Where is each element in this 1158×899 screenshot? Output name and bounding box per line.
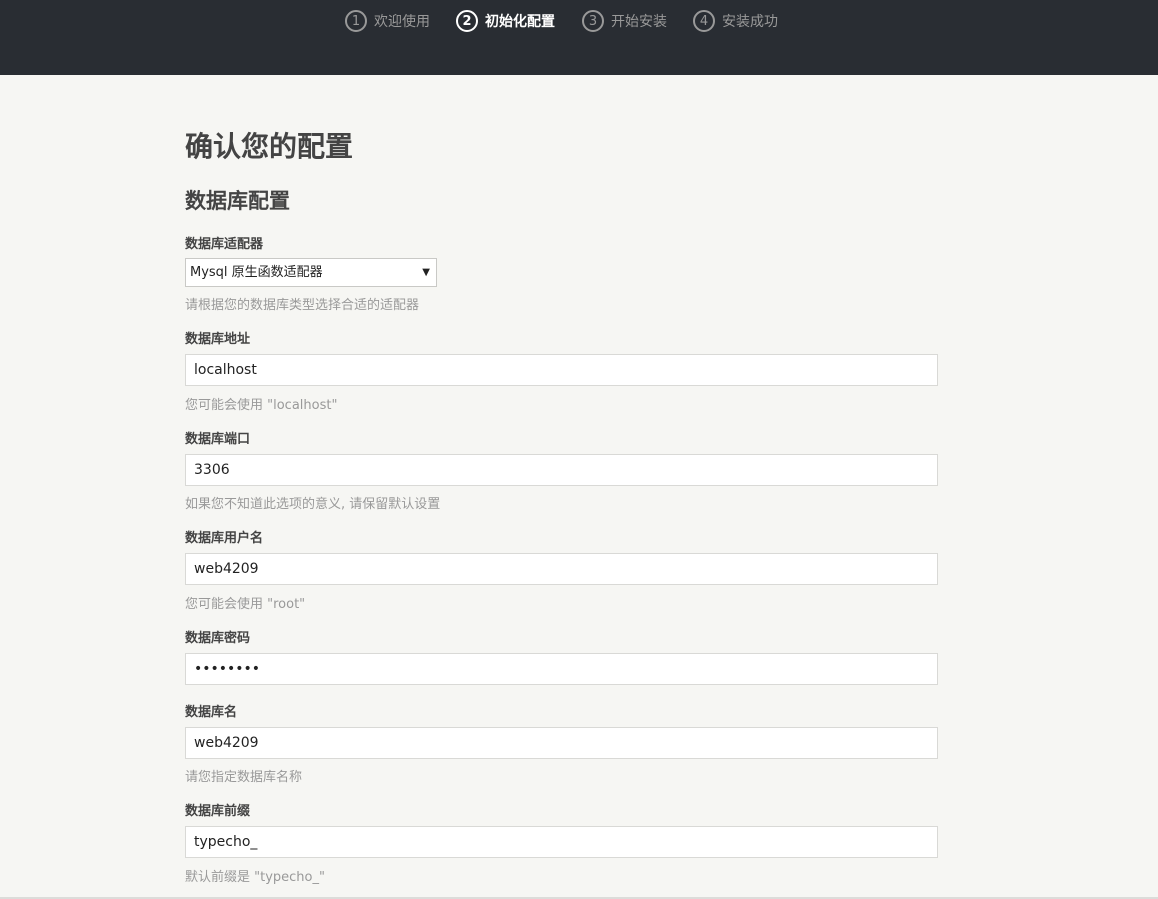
host-input[interactable]: localhost: [185, 354, 938, 386]
dbname-description: 请您指定数据库名称: [185, 770, 303, 785]
password-label: 数据库密码: [185, 631, 251, 646]
adapter-select-value: Mysql 原生函数适配器: [190, 265, 323, 280]
user-label: 数据库用户名: [185, 531, 264, 546]
port-input[interactable]: 3306: [185, 454, 938, 486]
top-navbar: 1 欢迎使用 2 初始化配置 3 开始安装 4 安装成功: [0, 0, 1158, 75]
step-label-welcome: 欢迎使用: [374, 14, 430, 30]
host-label: 数据库地址: [185, 332, 251, 347]
step-label-success: 安装成功: [722, 14, 778, 30]
host-description: 您可能会使用 "localhost": [185, 398, 338, 413]
step-number-3: 3: [582, 10, 604, 32]
prefix-input[interactable]: typecho_: [185, 826, 938, 858]
prefix-label: 数据库前缀: [185, 804, 251, 819]
dbname-label: 数据库名: [185, 705, 238, 720]
adapter-description: 请根据您的数据库类型选择合适的适配器: [185, 298, 420, 313]
prefix-description: 默认前缀是 "typecho_": [185, 870, 325, 885]
step-number-1: 1: [345, 10, 367, 32]
adapter-label: 数据库适配器: [185, 237, 264, 252]
dbname-input[interactable]: web4209: [185, 727, 938, 759]
step-config: 2 初始化配置: [456, 9, 555, 33]
port-label: 数据库端口: [185, 432, 251, 447]
step-label-config: 初始化配置: [485, 14, 555, 30]
section-title: 数据库配置: [185, 189, 290, 213]
page-title: 确认您的配置: [185, 130, 354, 163]
step-success: 4 安装成功: [693, 9, 778, 33]
user-description: 您可能会使用 "root": [185, 597, 306, 612]
adapter-select[interactable]: Mysql 原生函数适配器 ▼: [185, 258, 437, 287]
port-description: 如果您不知道此选项的意义, 请保留默认设置: [185, 497, 441, 512]
install-steps: 1 欢迎使用 2 初始化配置 3 开始安装 4 安装成功: [0, 9, 1158, 33]
step-welcome: 1 欢迎使用: [345, 9, 430, 33]
user-input[interactable]: web4209: [185, 553, 938, 585]
step-label-install: 开始安装: [611, 14, 667, 30]
step-number-4: 4: [693, 10, 715, 32]
step-install: 3 开始安装: [582, 9, 667, 33]
dropdown-arrow-icon: ▼: [422, 267, 430, 278]
step-number-2: 2: [456, 10, 478, 32]
password-input[interactable]: ••••••••: [185, 653, 938, 685]
